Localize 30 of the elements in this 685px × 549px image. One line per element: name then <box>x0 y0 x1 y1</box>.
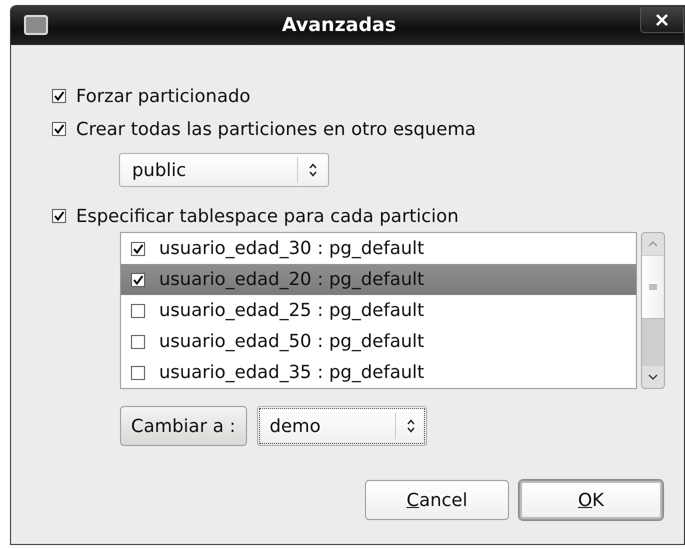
schema-dropdown[interactable]: public <box>119 153 329 187</box>
up-down-arrows-icon <box>308 162 318 178</box>
dialog-button[interactable]: Cancel <box>365 480 509 520</box>
window-icon <box>24 15 48 35</box>
checkbox-label[interactable]: Forzar particionado <box>76 86 250 106</box>
change-button[interactable]: Cambiar a : <box>120 406 247 446</box>
window-title: Avanzadas <box>280 14 398 36</box>
up-down-arrows-icon <box>406 418 416 434</box>
checkbox[interactable] <box>131 304 145 318</box>
list-row[interactable]: usuario_edad_20 : pg_default <box>121 264 636 295</box>
checkbox[interactable] <box>131 242 145 256</box>
list-row[interactable]: usuario_edad_25 : pg_default <box>121 295 636 326</box>
list-row[interactable]: usuario_edad_35 : pg_default <box>121 357 636 388</box>
tablespace-dropdown[interactable]: demo <box>256 406 427 446</box>
dialog-button[interactable]: OK <box>519 480 663 520</box>
checkbox[interactable] <box>131 272 145 286</box>
close-icon <box>655 12 669 26</box>
checkbox[interactable] <box>131 334 145 348</box>
checkbox-label[interactable]: Especificar tablespace para cada particion <box>76 206 459 226</box>
chevron-down-icon[interactable] <box>648 374 658 380</box>
list-row[interactable]: usuario_edad_30 : pg_default <box>121 233 636 264</box>
checkbox[interactable] <box>52 122 66 136</box>
scrollbar[interactable] <box>641 232 665 389</box>
checkbox[interactable] <box>52 89 66 103</box>
checkbox[interactable] <box>52 209 66 223</box>
grip-icon[interactable] <box>648 282 658 292</box>
checkbox[interactable] <box>131 366 145 380</box>
list-row[interactable]: usuario_edad_50 : pg_default <box>121 326 636 357</box>
checkbox-label[interactable]: Crear todas las particiones en otro esquema <box>76 118 476 140</box>
close-button[interactable] <box>640 7 684 33</box>
